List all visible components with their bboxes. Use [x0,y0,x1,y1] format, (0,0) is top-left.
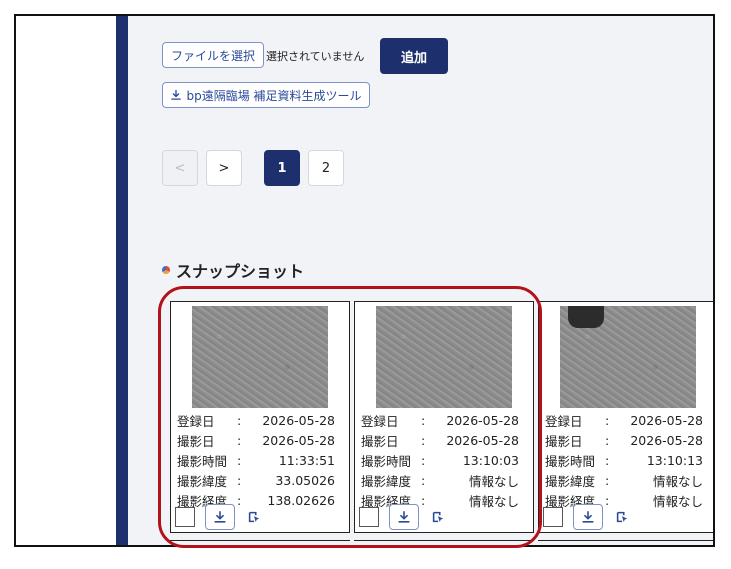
label: 撮影緯度 [177,473,228,489]
sep: : [421,412,426,428]
sep: : [605,432,610,448]
label: 撮影時間 [177,453,228,469]
section-title: スナップショット [162,258,304,282]
next-card-edge [354,540,534,545]
download-button[interactable] [389,504,419,530]
download-icon [214,510,226,523]
row-lat: 撮影緯度: 情報なし [361,470,519,490]
external-link-icon [432,511,444,523]
file-select-button[interactable]: ファイルを選択 [162,42,264,68]
snapshot-photo[interactable] [560,306,696,408]
sep: : [421,472,426,488]
sep: : [605,472,610,488]
row-taken: 撮影日: 2026-05-28 [177,430,335,450]
value: 2026-05-28 [630,412,703,428]
select-checkbox[interactable] [175,507,195,527]
row-time: 撮影時間: 13:10:13 [545,450,703,470]
label: 撮影緯度 [361,473,412,489]
main-content: ファイルを選択 選択されていません 追加 bp遠隔臨場 補足資料生成ツール < … [128,16,713,545]
left-nav-bar [116,16,128,545]
row-taken: 撮影日: 2026-05-28 [361,430,519,450]
download-button[interactable] [205,504,235,530]
screenshot-frame: ファイルを選択 選択されていません 追加 bp遠隔臨場 補足資料生成ツール < … [14,14,715,547]
value: 13:10:03 [462,452,519,468]
row-taken: 撮影日: 2026-05-28 [545,430,703,450]
sep: : [605,452,610,468]
label: 撮影時間 [361,453,412,469]
row-time: 撮影時間: 11:33:51 [177,450,335,470]
value: 情報なし [468,473,519,489]
section-bullet-icon [162,266,170,274]
label: 登録日 [361,413,399,429]
snapshot-card: 登録日: 2026-05-28 撮影日: 2026-05-28 撮影時間: 11:33… [170,301,350,533]
select-checkbox[interactable] [543,507,563,527]
sep: : [421,432,426,448]
sep: : [605,412,610,428]
label: 撮影時間 [545,453,596,469]
value: 2026-05-28 [446,432,519,448]
value: 情報なし [468,493,519,509]
label: 登録日 [177,413,215,429]
value: 33.05026 [275,472,335,488]
sep: : [237,432,242,448]
external-link-icon [616,511,628,523]
section-title-text: スナップショット [176,262,305,281]
snapshot-photo[interactable] [376,306,512,408]
download-icon [398,510,410,523]
select-checkbox[interactable] [359,507,379,527]
sep: : [237,452,242,468]
label: 撮影日 [361,433,399,449]
row-lat: 撮影緯度: 情報なし [545,470,703,490]
sep: : [237,472,242,488]
download-button[interactable] [573,504,603,530]
next-card-edge [538,540,713,545]
pagination-page-2[interactable]: 2 [308,150,344,186]
value: 2026-05-28 [630,432,703,448]
row-lat: 撮影緯度: 33.05026 [177,470,335,490]
external-link-icon [248,511,260,523]
pagination-page-1[interactable]: 1 [264,150,300,186]
open-external-button[interactable] [613,508,631,526]
value: 2026-05-28 [446,412,519,428]
download-icon [582,510,594,523]
snapshot-card: 登録日: 2026-05-28 撮影日: 2026-05-28 撮影時間: 13:10… [538,301,713,533]
row-registered: 登録日: 2026-05-28 [177,410,335,430]
label: 登録日 [545,413,583,429]
wheel-shape [568,306,604,328]
label: 撮影日 [177,433,215,449]
snapshot-card: 登録日: 2026-05-28 撮影日: 2026-05-28 撮影時間: 13:10… [354,301,534,533]
open-external-button[interactable] [429,508,447,526]
open-external-button[interactable] [245,508,263,526]
pagination-next[interactable]: > [206,150,242,186]
report-tool-label: bp遠隔臨場 補足資料生成ツール [186,88,362,103]
value: 2026-05-28 [262,432,335,448]
value: 11:33:51 [278,452,335,468]
value: 情報なし [652,493,703,509]
value: 138.02626 [267,492,335,508]
no-file-selected-text: 選択されていません [266,50,365,63]
add-button[interactable]: 追加 [380,38,448,74]
next-card-edge [170,540,350,545]
row-time: 撮影時間: 13:10:03 [361,450,519,470]
download-icon [171,89,182,100]
value: 2026-05-28 [262,412,335,428]
row-registered: 登録日: 2026-05-28 [545,410,703,430]
pagination-prev[interactable]: < [162,150,198,186]
sep: : [421,452,426,468]
snapshot-photo[interactable] [192,306,328,408]
value: 13:10:13 [646,452,703,468]
value: 情報なし [652,473,703,489]
row-registered: 登録日: 2026-05-28 [361,410,519,430]
label: 撮影日 [545,433,583,449]
report-tool-button[interactable]: bp遠隔臨場 補足資料生成ツール [162,82,370,108]
sep: : [237,412,242,428]
label: 撮影緯度 [545,473,596,489]
